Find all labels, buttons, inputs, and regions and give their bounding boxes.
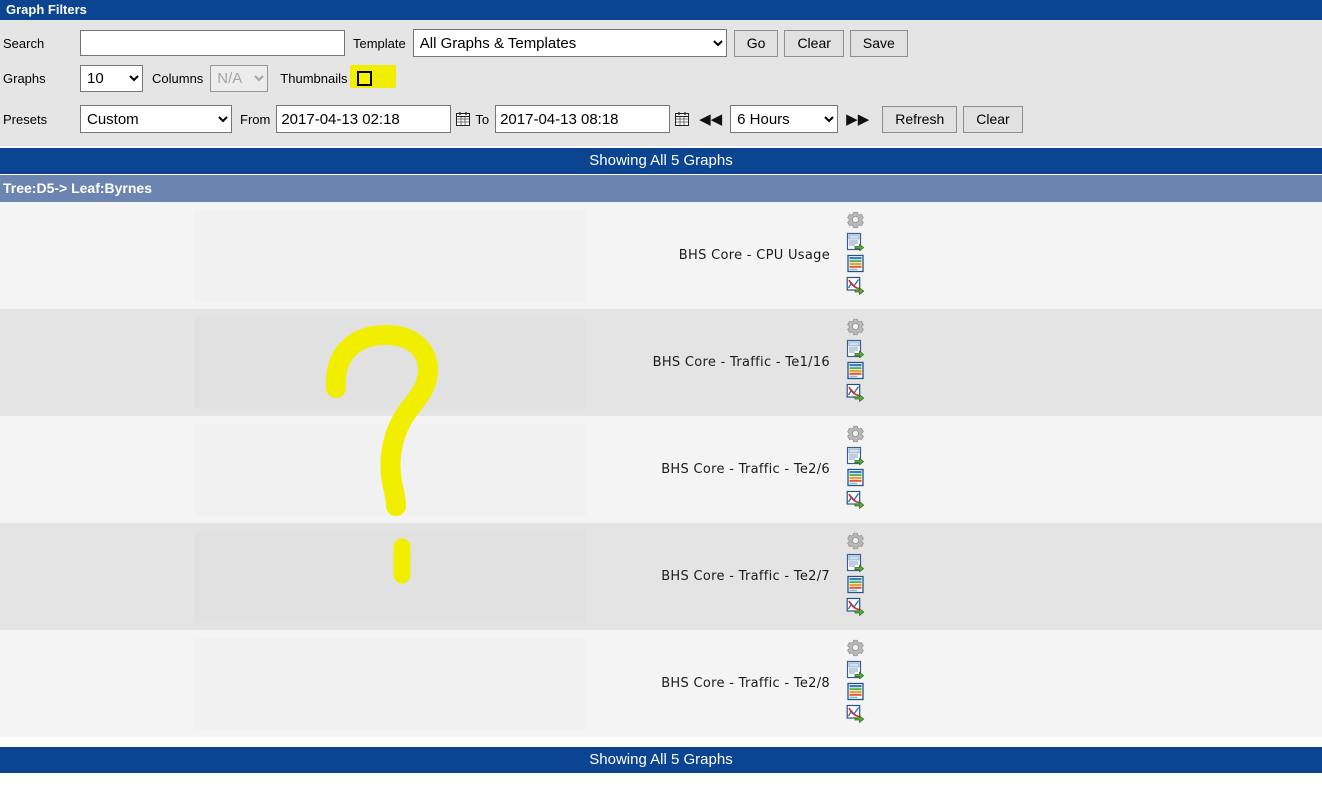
showing-graphs-bar-bottom: Showing All 5 Graphs	[0, 747, 1322, 773]
page-export-icon[interactable]	[846, 660, 865, 679]
graph-title: BHS Core - Traffic - Te2/8	[661, 676, 830, 691]
template-label: Template	[353, 35, 406, 51]
refresh-button[interactable]: Refresh	[882, 105, 958, 133]
gear-icon[interactable]	[846, 531, 865, 550]
thumbnails-checkbox-wrap	[348, 64, 396, 88]
go-button[interactable]: Go	[733, 29, 779, 57]
graph-image-placeholder[interactable]	[195, 210, 586, 302]
page-export-icon[interactable]	[846, 232, 865, 251]
graph-actions	[844, 638, 866, 730]
timespan-select[interactable]: 6 Hours	[730, 105, 839, 133]
presets-select[interactable]: Custom	[80, 105, 232, 133]
clear-button[interactable]: Clear	[784, 29, 844, 57]
double-left-arrow-icon[interactable]: ◀◀	[694, 112, 727, 127]
filter-row-presets: Presets Custom From To	[0, 104, 1322, 134]
graph-title: BHS Core - Traffic - Te2/6	[661, 462, 830, 477]
graph-title: BHS Core - CPU Usage	[678, 248, 830, 263]
gear-icon[interactable]	[846, 210, 865, 229]
showing-graphs-bar-top: Showing All 5 Graphs	[0, 148, 1322, 174]
presets-label: Presets	[3, 111, 48, 127]
graphs-label: Graphs	[3, 70, 46, 86]
page-export-icon[interactable]	[846, 339, 865, 358]
filter-row-graphs: Graphs 10 Columns N/A Thumbnails	[0, 64, 1322, 92]
graph-row: BHS Core - CPU Usage	[0, 202, 1322, 309]
graph-actions	[844, 210, 866, 302]
filter-row-search: Search Template All Graphs & Templates G…	[0, 29, 1322, 57]
calendar-icon-to[interactable]	[675, 112, 690, 126]
graph-actions	[844, 317, 866, 409]
graph-row: BHS Core - Traffic - Te2/7	[0, 523, 1322, 630]
report-list-icon[interactable]	[846, 254, 865, 273]
page-export-icon[interactable]	[846, 553, 865, 572]
graph-actions	[844, 531, 866, 623]
graphs-per-page-select[interactable]: 10	[80, 64, 143, 92]
calendar-icon-from[interactable]	[456, 112, 471, 126]
gear-icon[interactable]	[846, 424, 865, 443]
double-right-arrow-icon[interactable]: ▶▶	[841, 112, 874, 127]
graph-image-placeholder[interactable]	[195, 638, 586, 730]
graph-title: BHS Core - Traffic - Te1/16	[652, 355, 830, 370]
report-list-icon[interactable]	[846, 682, 865, 701]
tree-header: Tree:D5-> Leaf:Byrnes	[0, 175, 1322, 202]
from-label: From	[240, 111, 271, 127]
template-select[interactable]: All Graphs & Templates	[412, 29, 727, 57]
gear-icon[interactable]	[846, 638, 865, 657]
report-list-icon[interactable]	[846, 361, 865, 380]
graph-actions	[844, 424, 866, 516]
graph-list: BHS Core - CPU Usage BHS Core - Traffic -…	[0, 202, 1322, 737]
cacti-graph-view-page: Graph Filters Search Template All Graphs…	[0, 0, 1322, 787]
graph-row: BHS Core - Traffic - Te1/16	[0, 309, 1322, 416]
graph-image-placeholder[interactable]	[195, 317, 586, 409]
graph-row: BHS Core - Traffic - Te2/8	[0, 630, 1322, 737]
graph-export-icon[interactable]	[846, 276, 865, 295]
graph-export-icon[interactable]	[846, 383, 865, 402]
to-date-input[interactable]	[495, 105, 671, 133]
report-list-icon[interactable]	[846, 575, 865, 594]
graph-image-placeholder[interactable]	[195, 424, 586, 516]
graph-export-icon[interactable]	[846, 704, 865, 723]
graph-image-placeholder[interactable]	[195, 531, 586, 623]
report-list-icon[interactable]	[846, 468, 865, 487]
columns-label: Columns	[152, 70, 204, 86]
from-date-input[interactable]	[276, 105, 452, 133]
gear-icon[interactable]	[846, 317, 865, 336]
graph-row: BHS Core - Traffic - Te2/6	[0, 416, 1322, 523]
search-label: Search	[3, 35, 45, 51]
page-export-icon[interactable]	[846, 446, 865, 465]
columns-select[interactable]: N/A	[210, 64, 269, 92]
graph-title: BHS Core - Traffic - Te2/7	[661, 569, 830, 584]
graph-filters-panel: Search Template All Graphs & Templates G…	[0, 20, 1322, 146]
search-input[interactable]	[80, 30, 345, 56]
thumbnails-checkbox[interactable]	[356, 70, 372, 86]
panel-title-graph-filters: Graph Filters	[0, 0, 1322, 20]
graph-export-icon[interactable]	[846, 490, 865, 509]
clear-dates-button[interactable]: Clear	[963, 105, 1023, 133]
thumbnails-label: Thumbnails	[280, 70, 348, 86]
save-button[interactable]: Save	[849, 29, 908, 57]
to-label: To	[475, 111, 490, 127]
graph-export-icon[interactable]	[846, 597, 865, 616]
